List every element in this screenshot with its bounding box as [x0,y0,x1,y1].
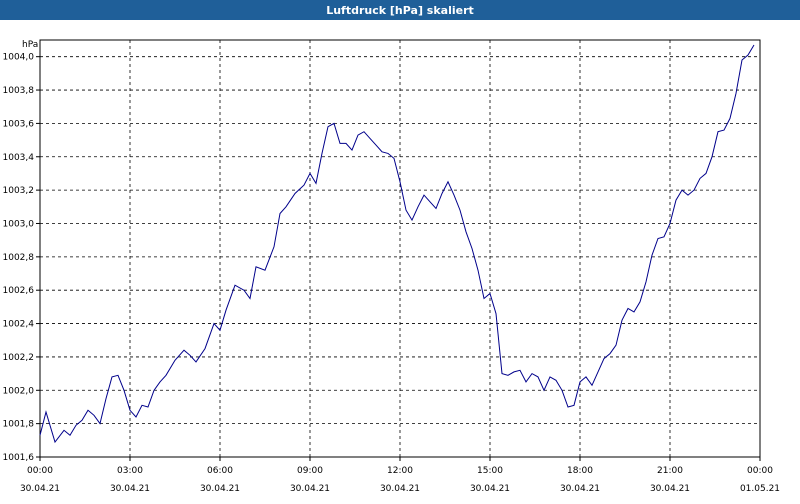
x-tick-date: 30.04.21 [650,484,690,494]
x-tick-time: 21:00 [657,466,683,476]
y-tick-label: 1002,4 [3,320,35,330]
chart-title: Luftdruck [hPa] skaliert [0,0,800,20]
y-axis: 1001,6 1001,8 1002,0 1002,2 1002,4 1002,6 1002… [3,53,40,463]
y-tick-label: 1002,0 [3,386,35,396]
x-tick-time: 15:00 [477,466,503,476]
y-tick-label: 1002,8 [3,253,35,263]
y-unit-label: hPa [22,40,38,50]
x-tick-date: 01.05.21 [740,484,780,494]
x-tick-date: 30.04.21 [290,484,330,494]
x-tick-date: 30.04.21 [200,484,240,494]
y-tick-label: 1003,2 [3,186,35,196]
x-tick-time: 00:00 [27,466,53,476]
y-tick-label: 1002,2 [3,353,35,363]
x-tick-date: 30.04.21 [380,484,420,494]
grid-lines [39,40,761,458]
y-tick-label: 1003,4 [3,153,35,163]
x-tick-date: 30.04.21 [20,484,60,494]
x-axis: 00:00 30.04.21 03:00 30.04.21 06:00 30.04.21 0… [20,457,780,494]
x-tick-time: 00:00 [747,466,773,476]
y-tick-label: 1001,6 [3,453,35,463]
x-tick-time: 09:00 [297,466,323,476]
x-tick-time: 12:00 [387,466,413,476]
pressure-line [39,44,755,444]
pressure-chart: 1001,6 1001,8 1002,0 1002,2 1002,4 1002,6 1002… [3,39,780,494]
x-tick-date: 30.04.21 [470,484,510,494]
y-tick-label: 1004,0 [3,53,35,63]
y-tick-label: 1002,6 [3,286,35,296]
y-tick-label: 1003,0 [3,219,35,229]
x-tick-time: 06:00 [207,466,233,476]
x-tick-date: 30.04.21 [560,484,600,494]
y-tick-label: 1003,8 [3,86,35,96]
x-tick-time: 03:00 [117,466,143,476]
y-tick-label: 1001,8 [3,420,35,430]
x-tick-date: 30.04.21 [110,484,150,494]
x-tick-time: 18:00 [567,466,593,476]
y-tick-label: 1003,6 [3,119,35,129]
series-layer [39,44,755,444]
chart-area: 1001,6 1001,8 1002,0 1002,2 1002,4 1002,6 1002… [0,20,800,500]
